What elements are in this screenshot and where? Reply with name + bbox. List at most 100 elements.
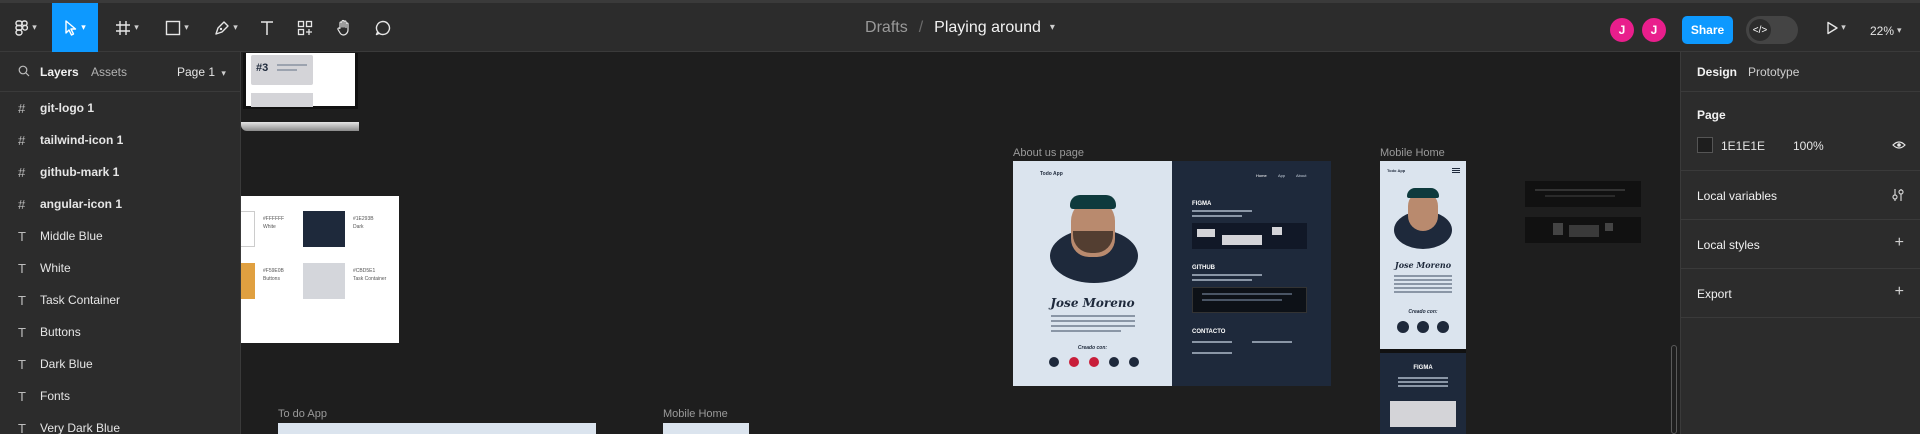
frame-icon: # — [18, 196, 26, 212]
chevron-down-icon: ▾ — [184, 22, 189, 32]
text-tool-button[interactable] — [252, 3, 282, 52]
number-card-label: #3 — [256, 62, 269, 74]
page-selector[interactable]: Page 1 ▾ — [177, 65, 226, 79]
share-button[interactable]: Share — [1682, 16, 1733, 44]
chevron-down-icon: ▾ — [134, 22, 139, 32]
avatar[interactable]: J — [1642, 18, 1666, 42]
canvas[interactable]: #3 #FFFFFF White #1E293B Dark #F59E0B Bu… — [241, 53, 1680, 434]
page-section: Page 1E1E1E 100% — [1681, 92, 1920, 171]
hand-tool-button[interactable] — [329, 3, 359, 52]
file-name[interactable]: Playing around — [934, 19, 1041, 37]
layer-row[interactable]: T Dark Blue — [0, 348, 240, 380]
todo-app-frame[interactable] — [278, 423, 596, 434]
section-figma: FIGMA — [1192, 201, 1212, 207]
comment-tool-button[interactable] — [368, 3, 398, 52]
zoom-level: 22% — [1870, 23, 1895, 38]
layer-row[interactable]: T Fonts — [0, 380, 240, 412]
tab-design[interactable]: Design — [1697, 65, 1737, 79]
move-tool-button[interactable]: ▾ — [52, 3, 98, 52]
breadcrumb-separator: / — [918, 18, 924, 36]
page-selector-label: Page 1 — [177, 65, 216, 79]
frame-label-todo[interactable]: To do App — [278, 408, 327, 420]
tab-assets[interactable]: Assets — [91, 65, 127, 79]
chevron-down-icon: ▾ — [221, 68, 226, 78]
chevron-down-icon: ▾ — [81, 22, 86, 32]
chevron-down-icon: ▾ — [1897, 25, 1902, 35]
components-icon — [297, 20, 313, 35]
layer-name: tailwind-icon 1 — [40, 133, 124, 147]
frame-label-about[interactable]: About us page — [1013, 147, 1084, 159]
canvas-scrollbar[interactable] — [1671, 345, 1677, 434]
shape-tool-button[interactable]: ▾ — [158, 3, 196, 52]
layer-row[interactable]: # tailwind-icon 1 — [0, 124, 240, 156]
style-guide-frame[interactable]: #FFFFFF White #1E293B Dark #F59E0B Butto… — [241, 196, 399, 343]
swatch-name: White — [263, 224, 276, 230]
chevron-down-icon[interactable]: ▾ — [1050, 22, 1055, 33]
text-icon: T — [18, 324, 26, 340]
frame-label-mobile-home[interactable]: Mobile Home — [1380, 147, 1445, 159]
avatar[interactable]: J — [1610, 18, 1634, 42]
layer-row[interactable]: T Middle Blue — [0, 220, 240, 252]
page-opacity-value[interactable]: 100% — [1793, 139, 1824, 153]
layer-name: Buttons — [40, 325, 81, 339]
layer-row[interactable]: T Buttons — [0, 316, 240, 348]
thumbnail-frame[interactable] — [1525, 217, 1641, 243]
local-styles-section[interactable]: Local styles + — [1681, 220, 1920, 269]
layer-row[interactable]: T Very Dark Blue — [0, 412, 240, 434]
frame-icon — [116, 20, 131, 35]
local-variables-section[interactable]: Local variables — [1681, 171, 1920, 220]
about-us-dark-panel[interactable]: Home App About FIGMA GITHUB CONTACTO — [1172, 161, 1331, 386]
resources-tool-button[interactable] — [290, 3, 320, 52]
local-styles-heading: Local styles — [1697, 238, 1760, 252]
main-menu-button[interactable]: ▾ — [8, 3, 44, 52]
export-section[interactable]: Export + — [1681, 269, 1920, 318]
frame-icon: # — [18, 164, 26, 180]
about-us-frame[interactable]: Todo App Jose Moreno Creado con: — [1013, 161, 1172, 386]
avatar-initial: J — [1618, 23, 1626, 37]
page-color-swatch[interactable] — [1697, 137, 1713, 153]
layer-row[interactable]: # github-mark 1 — [0, 156, 240, 188]
swatch-name: Dark — [353, 224, 364, 230]
mobile-created-with: Creado con: — [1408, 309, 1438, 315]
about-app-name: Todo App — [1040, 171, 1063, 177]
section-github: GITHUB — [1192, 265, 1215, 271]
text-icon: T — [18, 292, 26, 308]
zoom-menu[interactable]: 22% ▾ — [1870, 6, 1902, 55]
page-color-value[interactable]: 1E1E1E — [1721, 139, 1765, 153]
breadcrumb-drafts[interactable]: Drafts — [865, 19, 908, 37]
layers-panel-tabs: Layers Assets Page 1 ▾ — [0, 52, 240, 92]
swatch-hex: #FFFFFF — [263, 216, 285, 222]
laptop-mockup[interactable]: #3 — [241, 53, 359, 133]
properties-panel: Design Prototype Page 1E1E1E 100% Local … — [1680, 52, 1920, 434]
variables-settings-icon[interactable] — [1892, 188, 1904, 202]
mobile-home-frame[interactable]: Todo App Jose Moreno Creado con: — [1380, 161, 1466, 349]
frame-label-mobile-home-2[interactable]: Mobile Home — [663, 408, 728, 420]
pen-tool-button[interactable]: ▾ — [206, 3, 246, 52]
mobile-home-frame-2[interactable] — [663, 423, 749, 434]
layer-row[interactable]: # git-logo 1 — [0, 92, 240, 124]
dev-mode-toggle[interactable]: </> — [1746, 16, 1798, 44]
swatch-hex: #CBD5E1 — [353, 268, 376, 274]
add-export-icon[interactable]: + — [1895, 283, 1904, 301]
thumbnail-frame[interactable] — [1525, 181, 1641, 207]
tab-layers[interactable]: Layers — [40, 65, 79, 79]
hand-icon — [337, 19, 349, 36]
search-icon[interactable] — [18, 65, 30, 77]
layer-row[interactable]: # angular-icon 1 — [0, 188, 240, 220]
section-contacto: CONTACTO — [1192, 329, 1226, 335]
add-style-icon[interactable]: + — [1895, 234, 1904, 252]
layer-row[interactable]: T Task Container — [0, 284, 240, 316]
present-button[interactable]: ▾ — [1818, 3, 1854, 52]
play-icon — [1827, 21, 1838, 34]
chevron-down-icon: ▾ — [32, 22, 37, 32]
mobile-dark-section[interactable]: FIGMA — [1380, 349, 1466, 434]
layer-row[interactable]: T White — [0, 252, 240, 284]
tab-prototype[interactable]: Prototype — [1748, 65, 1799, 79]
chevron-down-icon: ▾ — [1841, 22, 1846, 32]
swatch-name: Buttons — [263, 276, 280, 282]
pen-icon — [215, 20, 229, 35]
eye-icon[interactable] — [1892, 140, 1906, 150]
frame-tool-button[interactable]: ▾ — [108, 3, 146, 52]
layer-name: angular-icon 1 — [40, 197, 123, 211]
chevron-down-icon: ▾ — [233, 22, 238, 32]
